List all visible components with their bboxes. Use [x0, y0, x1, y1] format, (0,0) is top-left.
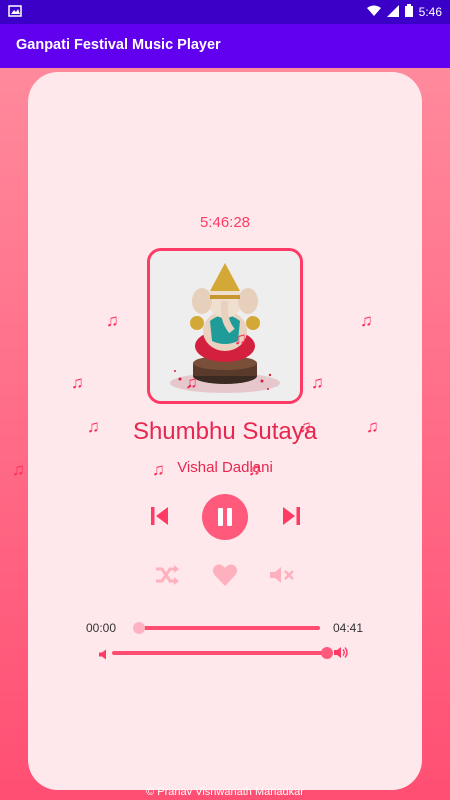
music-note-icon: ♫ [106, 311, 119, 330]
skip-previous-icon [151, 507, 168, 525]
mute-button[interactable] [269, 565, 295, 590]
seek-bar[interactable] [138, 626, 320, 630]
previous-button[interactable] [150, 505, 170, 532]
wifi-icon [366, 5, 381, 20]
favorite-button[interactable] [212, 563, 238, 592]
signal-icon [386, 4, 399, 20]
status-bar: 5:46 [0, 0, 450, 24]
seek-thumb[interactable] [133, 622, 145, 634]
pause-icon [218, 508, 232, 526]
skip-next-icon [283, 507, 300, 525]
volume-high-icon [334, 646, 350, 664]
copyright-footer: © Pranav Vishwanath Mahadkar [146, 786, 304, 798]
music-note-icon: ♫ [234, 329, 247, 348]
total-duration: 04:41 [333, 621, 364, 635]
volume-thumb[interactable] [321, 647, 333, 659]
next-button[interactable] [281, 505, 301, 532]
music-note-icon: ♫ [311, 373, 324, 392]
heart-icon [212, 564, 238, 586]
artist-name: Vishal Dadlani [177, 459, 273, 476]
elapsed-time: 00:00 [86, 621, 117, 635]
volume-slider[interactable] [112, 651, 330, 655]
ganesha-image [150, 251, 300, 401]
gallery-notification-icon [8, 4, 22, 21]
status-time: 5:46 [418, 5, 442, 19]
battery-icon [404, 4, 413, 20]
song-title: Shumbhu Sutaya [132, 418, 318, 445]
shuffle-icon [156, 565, 179, 585]
app-bar: Ganpati Festival Music Player [0, 24, 450, 68]
play-pause-button[interactable] [202, 494, 248, 540]
shuffle-button[interactable] [154, 564, 180, 591]
clock-time: 5:46:28 [199, 214, 251, 231]
volume-off-icon [270, 567, 294, 583]
music-note-icon: ♫ [71, 373, 84, 392]
music-note-icon: ♫ [185, 373, 198, 392]
album-art [147, 248, 303, 404]
app-title: Ganpati Festival Music Player [16, 37, 221, 53]
music-note-icon: ♫ [360, 311, 373, 330]
volume-low-icon [99, 647, 108, 665]
